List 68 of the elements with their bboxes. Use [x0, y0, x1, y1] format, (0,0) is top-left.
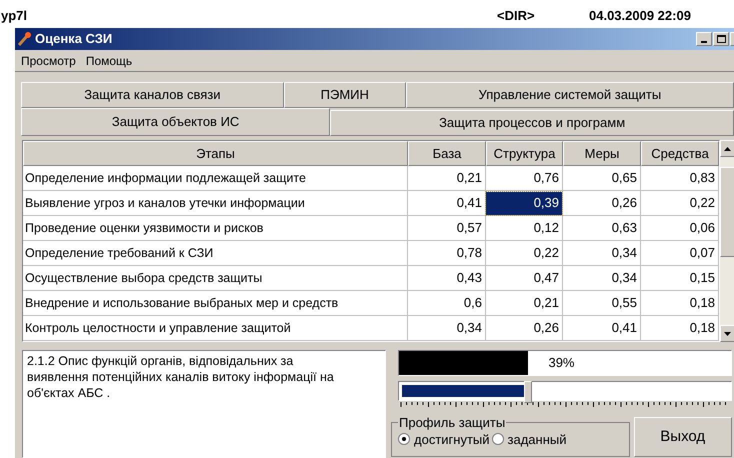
groupbox-title: Профиль защиты: [398, 414, 506, 432]
table-cell[interactable]: 0,76: [486, 166, 562, 190]
table-cell[interactable]: 0,22: [486, 242, 562, 264]
table-cell[interactable]: 0,55: [563, 292, 640, 314]
table-cell[interactable]: 0,6: [408, 292, 485, 314]
table-cell[interactable]: 0,26: [486, 316, 562, 340]
table-cell[interactable]: 0,26: [563, 192, 640, 214]
table-cell[interactable]: 0,21: [408, 166, 485, 190]
table-cell[interactable]: 0,34: [408, 316, 485, 340]
file-name: yp7l: [1, 6, 28, 25]
slider-thumb[interactable]: [524, 381, 532, 403]
column-header[interactable]: База: [408, 141, 486, 166]
scrollbar[interactable]: [720, 140, 734, 342]
table-cell[interactable]: 0,15: [641, 266, 718, 290]
table-cell[interactable]: 0,57: [408, 216, 485, 240]
radio-button[interactable]: [398, 433, 410, 446]
radio-option[interactable]: достигнутый: [398, 430, 490, 449]
table-cell[interactable]: 0,63: [563, 216, 640, 240]
table-cell[interactable]: 0,07: [641, 242, 718, 264]
radio-button[interactable]: [492, 433, 504, 446]
table-cell[interactable]: 0,43: [408, 266, 485, 290]
table-cell[interactable]: 0,34: [563, 266, 640, 290]
table-cell[interactable]: Определение требований к СЗИ: [23, 242, 407, 264]
table-cell[interactable]: 0,83: [641, 166, 718, 190]
menu-item[interactable]: Просмотр: [21, 52, 76, 70]
tab[interactable]: Защита каналов связи: [21, 82, 284, 108]
minimize-button[interactable]: [696, 32, 712, 46]
table-cell[interactable]: 0,41: [408, 192, 485, 214]
table-cell[interactable]: 0,12: [486, 216, 562, 240]
table-cell[interactable]: 0,78: [408, 242, 485, 264]
table-cell[interactable]: Контроль целостности и управление защитой: [23, 316, 407, 340]
file-date: 04.03.2009 22:09: [589, 6, 691, 24]
table-cell[interactable]: 0,18: [641, 316, 718, 340]
slider-track[interactable]: [398, 381, 732, 401]
column-header[interactable]: Этапы: [23, 141, 408, 166]
table-cell[interactable]: 0,21: [486, 292, 562, 314]
column-header[interactable]: Средства: [641, 141, 719, 166]
table-cell[interactable]: 0,22: [641, 192, 718, 214]
table-cell[interactable]: 0,34: [563, 242, 640, 264]
file-type: <DIR>: [497, 6, 536, 24]
tab[interactable]: Защита процессов и программ: [330, 110, 734, 136]
table-cell[interactable]: Выявление угроз и каналов утечки информации: [23, 192, 407, 214]
column-header[interactable]: Структура: [486, 141, 563, 166]
description-text: 2.1.2 Опис функцій органів, відповідальних за виявлення потенційних каналів витоку інформації на об'єктах АБС .: [22, 350, 386, 458]
scroll-thumb[interactable]: [720, 167, 734, 257]
radio-option[interactable]: заданный: [492, 430, 566, 449]
table-cell[interactable]: Проведение оценки уязвимости и рисков: [23, 216, 407, 240]
torch-icon: [17, 31, 33, 47]
table-cell[interactable]: 0,41: [563, 316, 640, 340]
maximize-button[interactable]: [713, 32, 729, 46]
table-cell[interactable]: Определение информации подлежащей защите: [23, 166, 407, 190]
tab[interactable]: Защита объектов ИС: [21, 108, 330, 136]
exit-button[interactable]: Выход: [634, 417, 732, 457]
table-cell[interactable]: 0,47: [486, 266, 562, 290]
up-arrow-icon: [724, 146, 731, 150]
down-arrow-icon: [724, 332, 731, 336]
column-header[interactable]: Меры: [563, 141, 641, 166]
table-cell[interactable]: 0,39: [486, 192, 562, 214]
table-cell[interactable]: 0,65: [563, 166, 640, 190]
table-cell[interactable]: Внедрение и использование выбраных мер и средств: [23, 292, 407, 314]
progress-reading: 39%: [548, 354, 574, 372]
menu-item[interactable]: Помощь: [86, 52, 132, 70]
tab[interactable]: ПЭМИН: [284, 82, 406, 108]
table-cell[interactable]: 0,06: [641, 216, 718, 240]
tab[interactable]: Управление системой защиты: [406, 82, 734, 108]
table-cell[interactable]: 0,18: [641, 292, 718, 314]
table-cell[interactable]: Осуществление выбора средств защиты: [23, 266, 407, 290]
window-title: Оценка СЗИ: [35, 30, 112, 48]
